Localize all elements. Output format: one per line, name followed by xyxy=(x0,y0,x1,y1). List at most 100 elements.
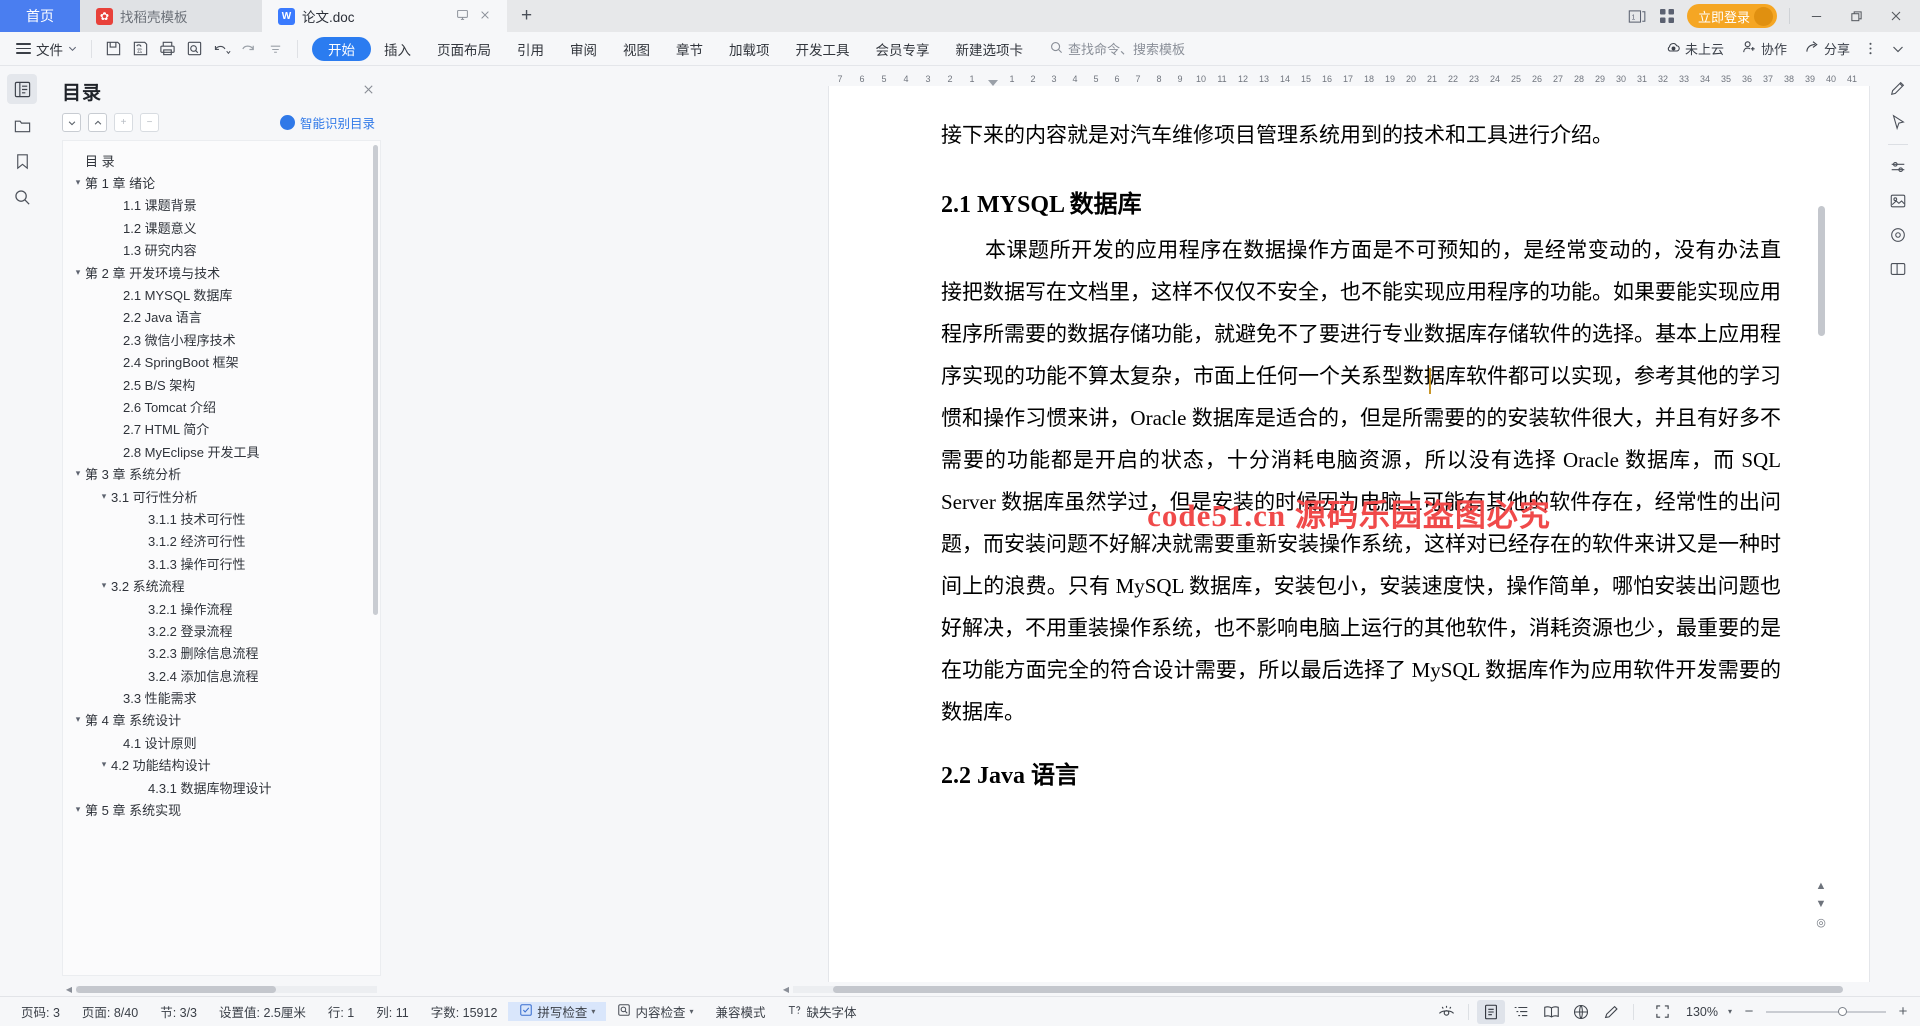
toc-item[interactable]: 2.7 HTML 简介 xyxy=(63,418,380,440)
reading-view-icon[interactable] xyxy=(1537,1000,1565,1024)
chevron-down-icon[interactable]: ▾ xyxy=(1728,1007,1732,1016)
status-compatibility-mode[interactable]: 兼容模式 xyxy=(704,1002,776,1021)
print-preview-icon[interactable] xyxy=(181,37,208,61)
toc-item[interactable]: 3.1.2 经济可行性 xyxy=(63,530,380,552)
zoom-out-button[interactable]: − xyxy=(1742,1003,1756,1020)
collaborate-button[interactable]: 协作 xyxy=(1735,39,1794,58)
page-count-icon[interactable]: 1 xyxy=(1628,9,1647,24)
toc-item[interactable]: ▾ 第 4 章 系统设计 xyxy=(63,709,380,731)
zoom-slider[interactable] xyxy=(1766,1005,1886,1019)
next-page-icon[interactable]: ▼ xyxy=(1812,896,1830,912)
ribbon-tab-start[interactable]: 开始 xyxy=(312,36,371,61)
ribbon-tab-section[interactable]: 章节 xyxy=(663,37,716,61)
page-navigator[interactable]: ▲ ▼ ◎ xyxy=(1812,878,1830,930)
tab-template-store[interactable]: ✿ 找稻壳模板 xyxy=(80,0,262,32)
ribbon-tab-addins[interactable]: 加载项 xyxy=(716,37,783,61)
redo-icon[interactable] xyxy=(235,37,262,61)
new-tab-button[interactable]: + xyxy=(507,0,547,32)
increase-level-button[interactable]: + xyxy=(114,113,133,132)
close-window-button[interactable] xyxy=(1882,3,1910,29)
toc-scrollbar[interactable] xyxy=(373,145,378,615)
grid-icon[interactable] xyxy=(1659,8,1675,24)
ribbon-tab-view[interactable]: 视图 xyxy=(610,37,663,61)
toc-item[interactable]: 2.3 微信小程序技术 xyxy=(63,328,380,350)
vertical-scrollbar-thumb[interactable] xyxy=(1818,206,1825,336)
more-vertical-icon[interactable] xyxy=(1861,41,1880,56)
status-spellcheck[interactable]: 拼写检查 ▾ xyxy=(508,1002,607,1021)
file-menu-button[interactable]: 文件 xyxy=(10,39,83,59)
web-view-icon[interactable] xyxy=(1567,1000,1595,1024)
toc-item[interactable]: 2.2 Java 语言 xyxy=(63,306,380,328)
print-icon[interactable] xyxy=(154,37,181,61)
ribbon-tab-page-layout[interactable]: 页面布局 xyxy=(424,37,504,61)
toc-item[interactable]: ▾ 3.1 可行性分析 xyxy=(63,485,380,507)
select-browse-object-icon[interactable]: ◎ xyxy=(1812,914,1830,930)
scroll-left-icon[interactable]: ◀ xyxy=(779,985,793,994)
adjust-icon[interactable] xyxy=(1884,155,1912,179)
status-missing-font[interactable]: 缺失字体 xyxy=(776,1002,867,1021)
close-icon[interactable] xyxy=(479,9,491,24)
status-section[interactable]: 节: 3/3 xyxy=(149,1002,208,1021)
toc-item[interactable]: 4.1 设计原则 xyxy=(63,731,380,753)
chevron-down-icon[interactable]: ▾ xyxy=(97,580,111,591)
zoom-slider-knob[interactable] xyxy=(1838,1007,1847,1016)
toc-item[interactable]: 3.2.2 登录流程 xyxy=(63,619,380,641)
status-page-of-total[interactable]: 页面: 8/40 xyxy=(71,1002,149,1021)
fit-page-icon[interactable] xyxy=(1648,1000,1676,1024)
toc-list-container[interactable]: 目 录 ▾ 第 1 章 绪论 1.1 课题背景 1.2 课题意义 1.3 研究内容… xyxy=(62,140,381,976)
chevron-down-icon[interactable]: ▾ xyxy=(689,1007,693,1016)
toc-item[interactable]: 2.5 B/S 架构 xyxy=(63,373,380,395)
zoom-level-label[interactable]: 130% xyxy=(1686,1005,1718,1019)
toc-item[interactable]: 2.4 SpringBoot 框架 xyxy=(63,351,380,373)
decrease-level-button[interactable]: − xyxy=(140,113,159,132)
collapse-ribbon-icon[interactable] xyxy=(1884,42,1912,56)
ribbon-tab-member[interactable]: 会员专享 xyxy=(863,37,943,61)
ribbon-tab-review[interactable]: 审阅 xyxy=(557,37,610,61)
toc-item[interactable]: ▾ 第 3 章 系统分析 xyxy=(63,462,380,484)
status-page-number[interactable]: 页码: 3 xyxy=(10,1002,71,1021)
toc-item[interactable]: ▾ 第 5 章 系统实现 xyxy=(63,798,380,820)
toc-item[interactable]: ▾ 4.2 功能结构设计 xyxy=(63,754,380,776)
pen-view-icon[interactable] xyxy=(1597,1000,1625,1024)
toc-item[interactable]: ▾ 第 1 章 绪论 xyxy=(63,171,380,193)
toc-hscroll-track[interactable] xyxy=(76,985,377,993)
smart-toc-button[interactable]: 智能识别目录 xyxy=(279,113,375,132)
cursor-select-icon[interactable] xyxy=(1884,110,1912,134)
status-line-number[interactable]: 行: 1 xyxy=(317,1002,365,1021)
expand-all-button[interactable] xyxy=(62,113,81,132)
close-icon[interactable] xyxy=(362,83,375,100)
horizontal-ruler[interactable]: 7 6 5 4 3 2 1 1 2 3 4 5 6 7 8 9 10 11 12… xyxy=(389,66,1876,86)
present-icon[interactable] xyxy=(456,8,469,24)
hscroll-thumb[interactable] xyxy=(833,985,1843,993)
toc-icon[interactable] xyxy=(7,74,37,104)
status-word-count[interactable]: 字数: 15912 xyxy=(420,1002,509,1021)
chevron-down-icon[interactable]: ▾ xyxy=(71,267,85,278)
login-button[interactable]: 立即登录 xyxy=(1686,4,1777,28)
tab-document[interactable]: W 论文.doc xyxy=(262,0,507,32)
toc-item[interactable]: 3.1.1 技术可行性 xyxy=(63,507,380,529)
toc-item[interactable]: 1.3 研究内容 xyxy=(63,239,380,261)
status-column-number[interactable]: 列: 11 xyxy=(365,1002,419,1021)
document-horizontal-scrollbar[interactable]: ◀ xyxy=(389,982,1876,996)
ribbon-tab-insert[interactable]: 插入 xyxy=(371,37,424,61)
document-canvas[interactable]: 接下来的内容就是对汽车维修项目管理系统用到的技术和工具进行介绍。 2.1 MYS… xyxy=(389,86,1876,982)
image-icon[interactable] xyxy=(1884,189,1912,213)
chevron-down-icon[interactable]: ▾ xyxy=(97,759,111,770)
chevron-down-icon[interactable]: ▾ xyxy=(71,468,85,479)
page-view-icon[interactable] xyxy=(1477,999,1505,1024)
chevron-down-icon[interactable]: ▾ xyxy=(71,714,85,725)
status-content-check[interactable]: 内容检查 ▾ xyxy=(606,1002,704,1021)
outline-view-icon[interactable] xyxy=(1507,1000,1535,1024)
toc-item[interactable]: 2.1 MYSQL 数据库 xyxy=(63,283,380,305)
toc-item[interactable]: 4.3.1 数据库物理设计 xyxy=(63,776,380,798)
ribbon-tab-new-tab[interactable]: 新建选项卡 xyxy=(943,37,1037,61)
toc-item[interactable]: 3.2.3 删除信息流程 xyxy=(63,642,380,664)
save-as-cloud-icon[interactable]: 云 xyxy=(127,37,154,61)
vertical-scrollbar[interactable] xyxy=(1816,86,1826,982)
screen-split-icon[interactable] xyxy=(1884,257,1912,281)
toc-item[interactable]: ▾ 3.2 系统流程 xyxy=(63,574,380,596)
undo-icon[interactable] xyxy=(208,37,235,61)
share-button[interactable]: 分享 xyxy=(1798,39,1857,58)
toc-item[interactable]: 目 录 xyxy=(63,149,380,171)
toc-item[interactable]: 2.6 Tomcat 介绍 xyxy=(63,395,380,417)
